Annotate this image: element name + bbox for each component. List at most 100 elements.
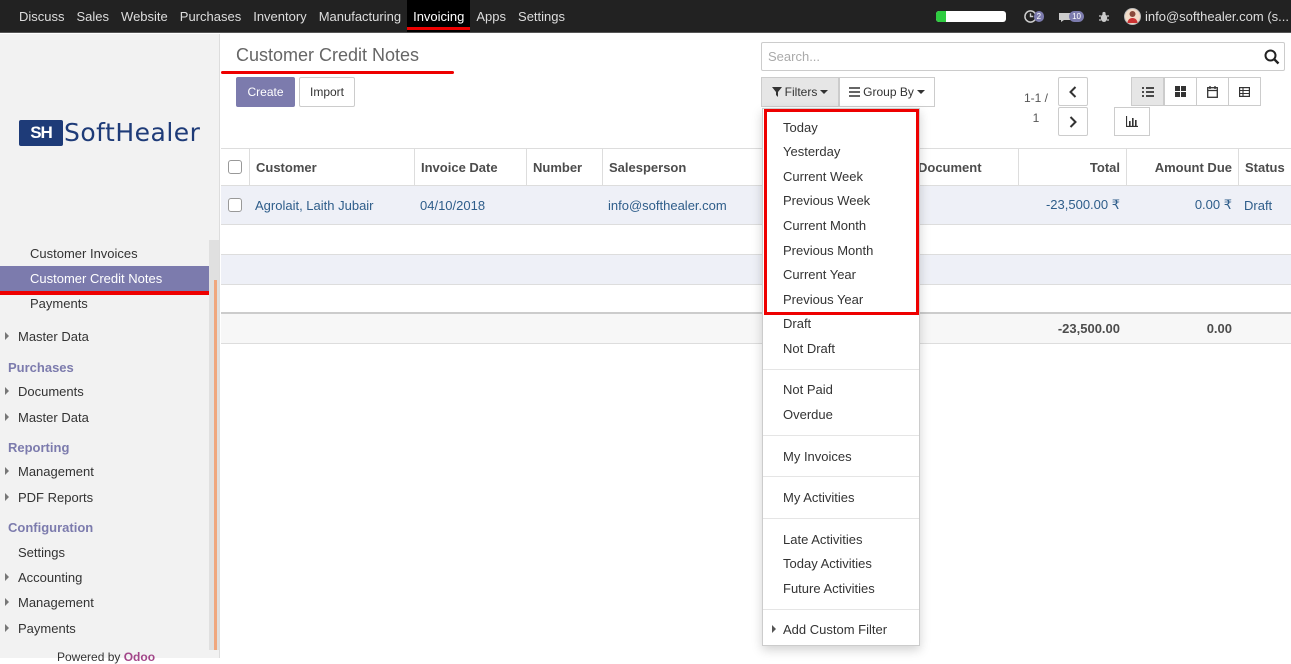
create-button[interactable]: Create (236, 77, 295, 107)
caret-right-icon (5, 387, 9, 395)
filter-not-paid[interactable]: Not Paid (783, 382, 833, 397)
menu-purchases[interactable]: Purchases (174, 0, 247, 32)
filter-today[interactable]: Today (783, 120, 818, 135)
menu-manufacturing[interactable]: Manufacturing (313, 0, 407, 32)
filter-future-activities[interactable]: Future Activities (783, 581, 875, 596)
menu-invoicing[interactable]: Invoicing (407, 0, 471, 32)
col-customer[interactable]: Customer (249, 149, 414, 185)
app-menu: Discuss Sales Website Purchases Inventor… (0, 0, 571, 32)
calendar-view-button[interactable] (1196, 77, 1229, 106)
cell-customer: Agrolait, Laith Jubair (255, 197, 374, 213)
empty-row (221, 285, 1291, 312)
user-icon (1127, 11, 1138, 23)
menu-website[interactable]: Website (115, 0, 174, 32)
chevron-right-icon (1069, 115, 1077, 128)
caret-right-icon (5, 573, 9, 581)
bug-icon (1099, 11, 1110, 22)
col-invoice-date[interactable]: Invoice Date (414, 149, 526, 185)
col-amount-due[interactable]: Amount Due (1126, 149, 1238, 185)
search-icon[interactable] (1264, 49, 1280, 65)
cell-number (526, 186, 602, 224)
sidebar-item-accounting[interactable]: Accounting (0, 565, 209, 590)
sidebar-item-config-management[interactable]: Management (0, 590, 209, 615)
filter-current-week[interactable]: Current Week (783, 169, 863, 184)
search-input[interactable] (768, 49, 1248, 64)
sidebar-item-label: Management (18, 595, 94, 610)
user-menu[interactable]: info@softhealer.com (s... (1145, 9, 1289, 24)
caret-right-icon (5, 332, 9, 340)
col-salesperson[interactable]: Salesperson (602, 149, 762, 185)
filter-overdue[interactable]: Overdue (783, 407, 833, 422)
debug-button[interactable] (1098, 11, 1110, 23)
menu-sales[interactable]: Sales (71, 0, 116, 32)
table-row[interactable]: Agrolait, Laith Jubair 04/10/2018 info@s… (221, 186, 1291, 225)
company-logo: SH SoftHealer (19, 118, 200, 147)
filter-today-activities[interactable]: Today Activities (783, 556, 872, 571)
add-custom-filter[interactable]: Add Custom Filter (772, 622, 887, 637)
sidebar-item-label: PDF Reports (18, 490, 94, 505)
sidebar-item-customer-invoices[interactable]: Customer Invoices (0, 241, 209, 266)
messages-button[interactable]: 10 (1058, 11, 1085, 23)
menu-divider (763, 476, 919, 477)
filter-not-draft[interactable]: Not Draft (783, 341, 835, 356)
sidebar-item-documents[interactable]: Documents (0, 379, 209, 404)
pager-value[interactable]: 1-1 / 1 (1020, 88, 1052, 128)
filter-current-month[interactable]: Current Month (783, 218, 866, 233)
caret-right-icon (5, 493, 9, 501)
sidebar-item-config-payments[interactable]: Payments (0, 616, 209, 641)
pivot-view-button[interactable] (1228, 77, 1261, 106)
menu-inventory[interactable]: Inventory (247, 0, 312, 32)
col-status[interactable]: Status (1238, 149, 1291, 185)
sidebar-item-master-data[interactable]: Master Data (0, 324, 209, 349)
sidebar-item-payments[interactable]: Payments (0, 291, 209, 316)
systray: 2 10 info@softhealer.com (s... (935, 0, 1291, 33)
pager-total: 1 (1032, 111, 1040, 125)
filter-previous-week[interactable]: Previous Week (783, 193, 870, 208)
progress-bar[interactable] (935, 11, 1006, 22)
odoo-link[interactable]: Odoo (124, 650, 155, 664)
bar-chart-icon (1126, 116, 1138, 127)
list-header: Customer Invoice Date Number Salesperson… (221, 148, 1291, 186)
menu-apps[interactable]: Apps (470, 0, 512, 32)
filter-late-activities[interactable]: Late Activities (783, 532, 863, 547)
import-button[interactable]: Import (299, 77, 355, 107)
messages-badge: 10 (1069, 11, 1085, 22)
list-view-button[interactable] (1131, 77, 1164, 106)
sidebar-item-label: Master Data (18, 410, 89, 425)
col-source-document[interactable]: Document (911, 149, 1018, 185)
sidebar-item-customer-credit-notes[interactable]: Customer Credit Notes (0, 266, 209, 295)
progress-fill (935, 11, 947, 22)
group-by-button[interactable]: Group By (839, 77, 935, 107)
menu-discuss[interactable]: Discuss (13, 0, 71, 32)
select-all-checkbox[interactable] (228, 160, 242, 174)
filter-previous-year[interactable]: Previous Year (783, 292, 863, 307)
filter-draft[interactable]: Draft (783, 316, 811, 331)
menu-settings[interactable]: Settings (512, 0, 571, 32)
pager-next-button[interactable] (1058, 107, 1088, 136)
col-total[interactable]: Total (1018, 149, 1126, 185)
sidebar-item-purchase-master-data[interactable]: Master Data (0, 405, 209, 430)
filter-my-invoices[interactable]: My Invoices (783, 449, 852, 464)
row-checkbox[interactable] (228, 198, 242, 212)
filter-my-activities[interactable]: My Activities (783, 490, 855, 505)
filter-current-year[interactable]: Current Year (783, 267, 856, 282)
scrollbar-thumb[interactable] (214, 280, 217, 650)
sidebar-scrollbar[interactable] (209, 240, 219, 650)
filter-previous-month[interactable]: Previous Month (783, 243, 873, 258)
filter-icon (771, 87, 782, 97)
kanban-view-button[interactable] (1164, 77, 1197, 106)
pager-previous-button[interactable] (1058, 77, 1088, 106)
filter-yesterday[interactable]: Yesterday (783, 144, 840, 159)
grid-icon (1175, 86, 1186, 97)
page-title: Customer Credit Notes (236, 45, 420, 65)
sidebar-item-management[interactable]: Management (0, 459, 209, 484)
list-icon (1141, 86, 1154, 97)
select-all-cell (221, 149, 249, 185)
activity-button[interactable]: 2 (1023, 10, 1045, 23)
filters-button[interactable]: Filters (761, 77, 839, 107)
sidebar-item-settings[interactable]: Settings (0, 540, 209, 565)
graph-view-button[interactable] (1114, 107, 1150, 136)
avatar[interactable] (1124, 8, 1142, 25)
sidebar-item-pdf-reports[interactable]: PDF Reports (0, 485, 209, 510)
col-number[interactable]: Number (526, 149, 602, 185)
